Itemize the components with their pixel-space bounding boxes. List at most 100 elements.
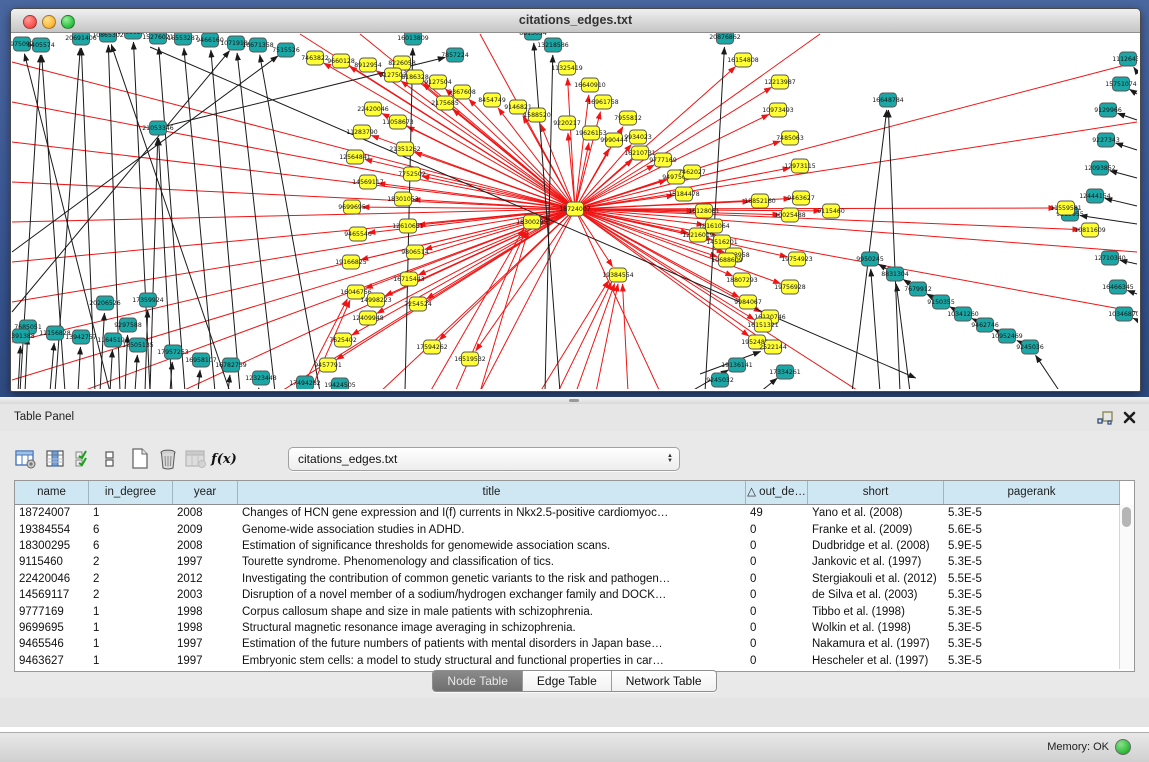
table-row[interactable]: 946362711997Embryonic stem cells: a mode…	[15, 653, 1120, 669]
table-row[interactable]: 977716911998Corpus callosum shape and si…	[15, 603, 1120, 619]
table-cell-out_de: 0	[746, 540, 808, 552]
graph-node-label: 18852160	[744, 198, 776, 205]
table-column-icon[interactable]	[44, 447, 68, 471]
graph-node-label: 7752502	[398, 171, 426, 178]
graph-node-label: 19136141	[721, 362, 753, 369]
column-header-4[interactable]: △ out_de…	[746, 481, 808, 504]
graph-node-label: 19754923	[781, 256, 813, 263]
table-row[interactable]: 911546021997Tourette syndrome. Phenomeno…	[15, 554, 1120, 570]
graph-node-label: 12093852	[1084, 165, 1116, 172]
graph-node-label: 9146821	[504, 104, 532, 111]
table-row[interactable]: 946554611997Estimation of the future num…	[15, 636, 1120, 652]
table-cell-pagerank: 5.9E-5	[944, 540, 1120, 552]
table-cell-name: 22420046	[15, 573, 89, 585]
graph-edge	[575, 208, 1056, 209]
graph-node-label: 12444154	[1079, 193, 1111, 200]
table-select-dropdown[interactable]: citations_edges.txt ▲▼	[288, 447, 680, 471]
function-builder-icon[interactable]: f(x)	[212, 447, 236, 471]
table-cell-in_degree: 1	[89, 622, 173, 634]
graph-node-label: 9465546	[344, 231, 372, 238]
table-cell-in_degree: 2	[89, 589, 173, 601]
graph-node-label: 11325419	[551, 65, 583, 72]
graph-edge	[558, 282, 612, 389]
graph-node-label: 11559581	[1050, 205, 1082, 212]
select-all-checks-icon[interactable]	[72, 447, 96, 471]
table-cell-pagerank: 5.5E-5	[944, 573, 1120, 585]
graph-edge	[427, 209, 575, 299]
tab-edge-table[interactable]: Edge Table	[523, 671, 612, 691]
table-row[interactable]: 1456911722003Disruption of a novel membe…	[15, 587, 1120, 603]
table-cell-out_de: 49	[746, 507, 808, 519]
minimize-window-button[interactable]	[42, 15, 56, 29]
close-window-button[interactable]	[23, 15, 37, 29]
table-type-segmented-control[interactable]: Node TableEdge TableNetwork Table	[432, 670, 716, 692]
table-cell-out_de: 0	[746, 606, 808, 618]
graph-node-label: 19424505	[324, 382, 356, 389]
table-cell-pagerank: 5.3E-5	[944, 556, 1120, 568]
table-body[interactable]: 1872400712008Changes of HCN gene express…	[15, 505, 1120, 669]
graph-edge	[25, 337, 28, 389]
graph-edge	[576, 283, 615, 389]
rows-icon[interactable]	[98, 447, 122, 471]
tab-network-table[interactable]: Network Table	[612, 671, 716, 691]
attribute-table[interactable]: namein_degreeyeartitle△ out_de…shortpage…	[14, 480, 1135, 672]
graph-edge	[12, 51, 230, 312]
column-header-6[interactable]: pagerank	[944, 481, 1120, 504]
window-title: citations_edges.txt	[11, 9, 1140, 32]
graph-node-label: 12505135	[122, 342, 154, 349]
network-window-titlebar[interactable]: citations_edges.txt	[11, 9, 1140, 33]
graph-node-label: 9699695	[338, 204, 366, 211]
tab-node-table[interactable]: Node Table	[433, 671, 523, 691]
table-header-row[interactable]: namein_degreeyeartitle△ out_de…shortpage…	[15, 481, 1120, 505]
table-cell-year: 1998	[173, 606, 238, 618]
table-cell-name: 9115460	[15, 556, 89, 568]
graph-node-label: 14516201	[706, 239, 738, 246]
graph-edge	[1129, 89, 1137, 94]
table-row[interactable]: 969969511998Structural magnetic resonanc…	[15, 620, 1120, 636]
graph-node-label: 16648784	[872, 97, 904, 104]
table-row[interactable]: 1938455462009Genome-wide association stu…	[15, 521, 1120, 537]
table-cell-pagerank: 5.3E-5	[944, 638, 1120, 650]
graph-edge	[100, 313, 104, 389]
graph-node-label: 7463822	[301, 55, 329, 62]
column-header-2[interactable]: year	[173, 481, 238, 504]
column-header-3[interactable]: title	[238, 481, 746, 504]
float-panel-icon[interactable]	[1096, 410, 1114, 427]
dropdown-stepper-icon: ▲▼	[661, 454, 679, 464]
column-header-1[interactable]: in_degree	[89, 481, 173, 504]
table-cell-title: Embryonic stem cells: a model to study s…	[238, 655, 746, 667]
vertical-scrollbar[interactable]	[1119, 505, 1134, 669]
close-panel-icon[interactable]	[1122, 410, 1137, 425]
graph-node-label: 19626153	[575, 130, 607, 137]
scrollbar-thumb[interactable]	[1122, 507, 1131, 527]
table-row[interactable]: 1830029562008Estimation of significance …	[15, 538, 1120, 554]
graph-edge	[78, 347, 80, 389]
memory-ok-indicator-icon[interactable]	[1115, 739, 1131, 755]
graph-node-label: 12409948	[352, 315, 384, 322]
table-cell-pagerank: 5.3E-5	[944, 622, 1120, 634]
zoom-window-button[interactable]	[61, 15, 75, 29]
column-header-0[interactable]: name	[15, 481, 89, 504]
graph-node-label: 19384554	[602, 272, 634, 279]
graph-node-label: 12564841	[339, 154, 371, 161]
table-row[interactable]: 1872400712008Changes of HCN gene express…	[15, 505, 1120, 521]
graph-node-label: 13942757	[65, 334, 97, 341]
splitter-grip-icon	[569, 399, 579, 402]
table-settings-icon[interactable]	[14, 447, 38, 471]
delete-trash-icon[interactable]	[156, 447, 180, 471]
graph-node-label: 2367608	[448, 89, 476, 96]
graph-node-label: 7625402	[329, 337, 357, 344]
new-document-icon[interactable]	[128, 447, 152, 471]
table-cell-out_de: 0	[746, 655, 808, 667]
graph-node-label: 9405574	[27, 42, 55, 49]
column-header-5[interactable]: short	[808, 481, 944, 504]
network-window[interactable]: citations_edges.txt 19750929940557420691…	[10, 8, 1141, 392]
graph-edge	[228, 375, 230, 389]
table-row[interactable]: 2242004622012Investigating the contribut…	[15, 571, 1120, 587]
graph-edge	[405, 48, 413, 389]
graph-node-label: 9984067	[734, 299, 762, 306]
table-cell-in_degree: 1	[89, 606, 173, 618]
network-view-canvas[interactable]: 1975092994055742069140610865302106552971…	[11, 33, 1138, 389]
graph-node-label: 16715443	[393, 276, 425, 283]
graph-node-label: 8813054	[519, 33, 547, 37]
